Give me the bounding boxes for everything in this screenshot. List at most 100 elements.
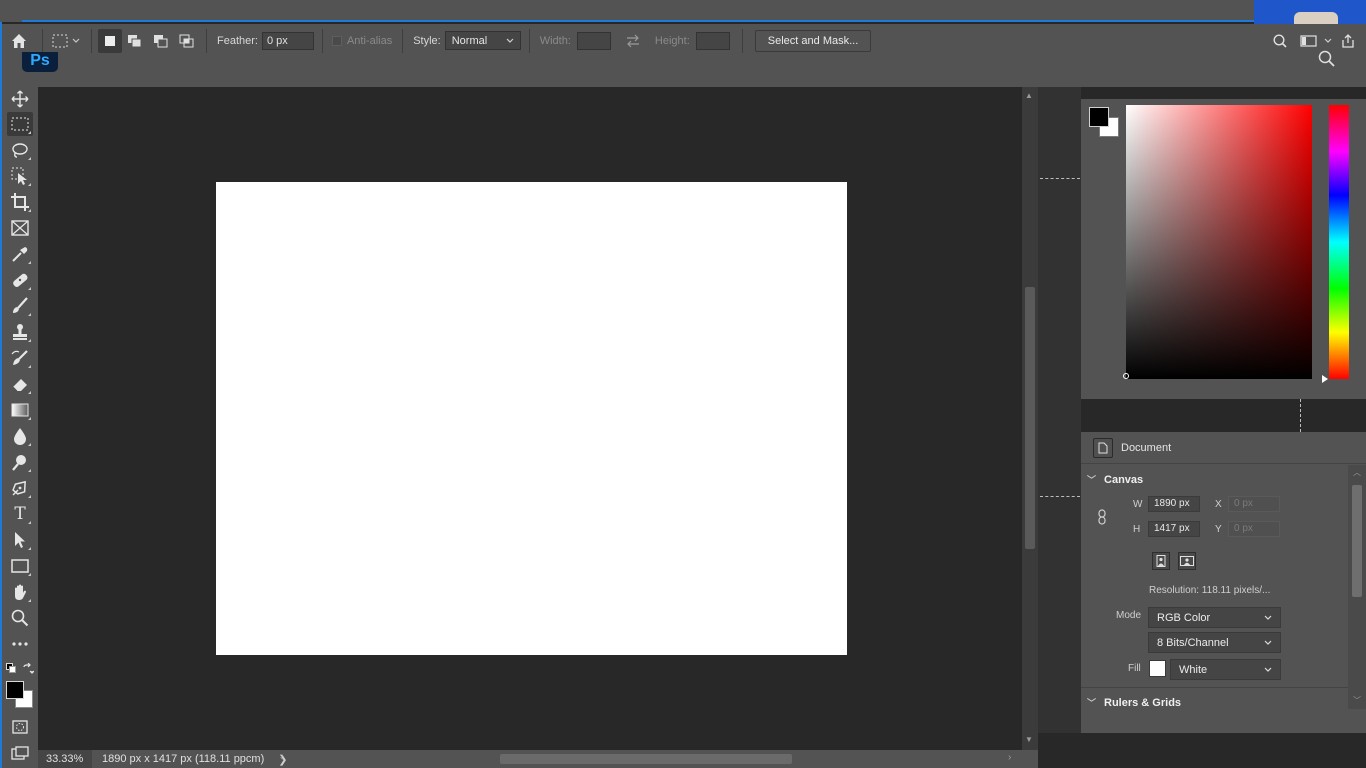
new-selection-button[interactable] xyxy=(98,28,122,53)
gradient-tool[interactable] xyxy=(7,398,33,422)
anti-alias-checkbox[interactable] xyxy=(331,29,343,53)
scrollbar-thumb[interactable] xyxy=(500,754,792,764)
rectangle-tool[interactable] xyxy=(7,554,33,578)
style-dropdown[interactable]: Normal xyxy=(444,31,521,50)
more-tools-button[interactable] xyxy=(7,632,33,656)
scroll-up-arrow-icon[interactable]: ▲ xyxy=(1025,91,1033,100)
type-tool[interactable]: T xyxy=(7,502,33,526)
document-canvas[interactable] xyxy=(216,182,847,655)
eraser-tool[interactable] xyxy=(7,372,33,396)
home-icon xyxy=(12,33,26,48)
canvas-height-field[interactable]: 1417 px xyxy=(1148,521,1200,537)
saturation-brightness-field[interactable] xyxy=(1126,105,1312,379)
hand-tool[interactable] xyxy=(7,580,33,604)
scroll-left-arrow-icon[interactable]: ‹ xyxy=(280,752,283,763)
subtract-from-selection-button[interactable] xyxy=(148,29,174,53)
move-tool[interactable] xyxy=(7,87,33,111)
flyout-indicator xyxy=(28,599,31,602)
home-button[interactable] xyxy=(2,29,36,53)
header-search-button[interactable] xyxy=(1318,50,1336,71)
canvas-x-field[interactable]: 0 px xyxy=(1228,496,1280,512)
mode-label: Mode xyxy=(1116,610,1142,621)
default-colors-button[interactable] xyxy=(6,663,16,676)
guide-line xyxy=(1040,496,1080,497)
flyout-indicator xyxy=(28,547,31,550)
flyout-indicator xyxy=(28,573,31,576)
fill-dropdown[interactable]: White xyxy=(1170,659,1281,680)
zoom-level-field[interactable]: 33.33% xyxy=(38,750,92,768)
chevron-down-icon xyxy=(506,38,514,43)
hue-slider[interactable] xyxy=(1329,105,1349,379)
rulers-grids-section-header[interactable]: ﹀ Rulers & Grids xyxy=(1087,696,1181,709)
history-brush-tool[interactable] xyxy=(7,346,33,370)
color-mode-dropdown[interactable]: RGB Color xyxy=(1148,607,1281,628)
color-selection-marker[interactable] xyxy=(1123,373,1129,379)
scroll-down-arrow-icon[interactable]: ﹀ xyxy=(1353,695,1361,706)
swap-width-height-button[interactable] xyxy=(617,29,649,53)
lasso-tool[interactable] xyxy=(7,138,33,162)
toolbox: T xyxy=(2,87,38,768)
link-dimensions-button[interactable] xyxy=(1097,509,1107,528)
feather-input[interactable] xyxy=(261,31,314,50)
properties-scrollbar[interactable]: ︿ ﹀ xyxy=(1348,465,1366,709)
tool-preset-picker[interactable] xyxy=(49,29,85,53)
eyedropper-tool[interactable] xyxy=(7,242,33,266)
workspace-switcher[interactable] xyxy=(1298,29,1336,53)
fill-color-swatch[interactable] xyxy=(1149,660,1166,677)
foreground-color-swatch[interactable] xyxy=(6,681,24,699)
flyout-indicator xyxy=(28,469,31,472)
path-selection-tool[interactable] xyxy=(7,528,33,552)
intersect-selection-button[interactable] xyxy=(174,29,200,53)
pen-icon xyxy=(12,480,26,496)
scroll-up-arrow-icon[interactable]: ︿ xyxy=(1353,467,1361,478)
scroll-down-arrow-icon[interactable]: ▼ xyxy=(1025,735,1033,744)
frame-tool[interactable] xyxy=(7,216,33,240)
clone-stamp-tool[interactable] xyxy=(7,320,33,344)
add-to-selection-button[interactable] xyxy=(122,29,148,53)
width-input[interactable] xyxy=(576,31,611,50)
canvas-vertical-scrollbar[interactable]: ▲ ▼ xyxy=(1022,87,1038,750)
share-button[interactable] xyxy=(1336,29,1360,53)
crop-tool[interactable] xyxy=(7,190,33,214)
pen-tool[interactable] xyxy=(7,476,33,500)
style-value: Normal xyxy=(451,34,488,47)
document-info: 1890 px x 1417 px (118.11 ppcm) xyxy=(102,753,265,765)
scrollbar-thumb[interactable] xyxy=(1025,287,1035,549)
bit-depth-dropdown[interactable]: 8 Bits/Channel xyxy=(1148,632,1281,653)
rulers-grids-section-title: Rulers & Grids xyxy=(1104,696,1182,709)
brush-tool[interactable] xyxy=(7,294,33,318)
select-and-mask-button[interactable]: Select and Mask... xyxy=(754,29,872,52)
flyout-indicator xyxy=(28,391,31,394)
canvas-section-header[interactable]: ﹀ Canvas xyxy=(1087,473,1143,486)
quick-mask-button[interactable] xyxy=(7,715,33,739)
swap-colors-button[interactable] xyxy=(22,662,35,678)
rectangular-marquee-tool[interactable] xyxy=(7,112,33,136)
screen-mode-button[interactable] xyxy=(7,741,33,765)
landscape-orientation-button[interactable] xyxy=(1178,552,1196,570)
portrait-orientation-button[interactable] xyxy=(1152,552,1170,570)
flyout-indicator xyxy=(28,209,31,212)
object-selection-tool[interactable] xyxy=(7,164,33,188)
hue-slider-handle[interactable] xyxy=(1322,375,1328,383)
blur-tool[interactable] xyxy=(7,424,33,448)
canvas-y-field[interactable]: 0 px xyxy=(1228,521,1280,537)
desktop-thumbnail xyxy=(1254,0,1366,24)
quick-mask-icon xyxy=(12,720,28,734)
chevron-down-icon xyxy=(1264,667,1272,672)
flyout-indicator xyxy=(28,365,31,368)
guide-line xyxy=(1040,178,1080,179)
panel-foreground-swatch[interactable] xyxy=(1089,107,1109,127)
checkbox-icon xyxy=(331,35,342,46)
search-button[interactable] xyxy=(1268,29,1292,53)
scroll-right-arrow-icon[interactable]: › xyxy=(1008,752,1011,763)
canvas-width-field[interactable]: 1890 px xyxy=(1148,496,1200,512)
properties-panel: Document ﹀ Canvas W 1890 px X 0 px H 141… xyxy=(1081,432,1366,733)
healing-brush-tool[interactable] xyxy=(7,268,33,292)
zoom-tool[interactable] xyxy=(7,606,33,630)
canvas-workspace[interactable] xyxy=(38,87,1022,750)
height-input[interactable] xyxy=(695,31,730,50)
canvas-horizontal-scrollbar[interactable]: ‹ › xyxy=(278,750,1026,768)
marquee-icon xyxy=(11,117,29,131)
dodge-tool[interactable] xyxy=(7,450,33,474)
scrollbar-thumb[interactable] xyxy=(1352,485,1362,597)
